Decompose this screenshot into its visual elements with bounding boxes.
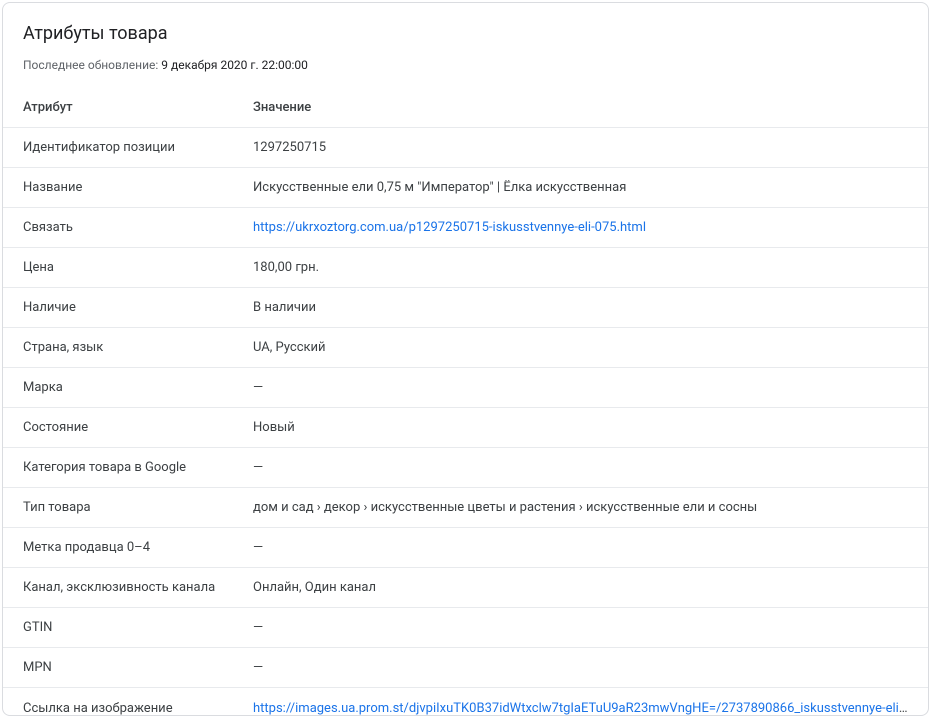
last-updated-label: Последнее обновление: [23,58,161,72]
table-row: Страна, язык UA, Русский [3,328,928,368]
table-row: Марка — [3,368,928,408]
page-title: Атрибуты товара [23,23,908,44]
last-updated: Последнее обновление: 9 декабря 2020 г. … [23,58,908,72]
attr-label-link: Связать [23,220,253,235]
table-row: Идентификатор позиции 1297250715 [3,128,928,168]
table-row: Связать https://ukrxoztorg.com.ua/p12972… [3,208,928,248]
attr-label-brand: Марка [23,380,253,395]
table-row: Категория товара в Google — [3,448,928,488]
table-row: Состояние Новый [3,408,928,448]
card-header: Атрибуты товара Последнее обновление: 9 … [3,3,928,82]
attr-value-id: 1297250715 [253,140,908,155]
attr-value-seller-label: — [253,540,908,555]
table-header-row: Атрибут Значение [3,82,928,128]
attr-label-name: Название [23,180,253,195]
attr-value-mpn: — [253,660,908,675]
table-row: GTIN — [3,608,928,648]
attr-label-mpn: MPN [23,660,253,675]
last-updated-value: 9 декабря 2020 г. 22:00:00 [161,58,308,72]
attr-label-gtin: GTIN [23,620,253,635]
table-row: Тип товара дом и сад › декор › искусстве… [3,488,928,528]
attr-label-image-link: Ссылка на изображение [23,701,253,716]
attr-value-product-type: дом и сад › декор › искусственные цветы … [253,500,908,515]
attr-value-channel: Онлайн, Один канал [253,580,908,595]
attr-label-product-type: Тип товара [23,500,253,515]
table-row: Наличие В наличии [3,288,928,328]
attr-value-country: UA, Русский [253,340,908,355]
attr-label-price: Цена [23,260,253,275]
table-row: Канал, эксклюзивность канала Онлайн, Оди… [3,568,928,608]
attr-value-availability: В наличии [253,300,908,315]
attr-label-condition: Состояние [23,420,253,435]
attr-value-gtin: — [253,620,908,635]
column-header-value: Значение [253,100,908,115]
attr-label-channel: Канал, эксклюзивность канала [23,580,253,595]
product-attributes-card: Атрибуты товара Последнее обновление: 9 … [2,2,929,716]
attr-label-id: Идентификатор позиции [23,140,253,155]
table-row: Метка продавца 0–4 — [3,528,928,568]
table-row: Название Искусственные ели 0,75 м "Импер… [3,168,928,208]
attr-label-seller-label: Метка продавца 0–4 [23,540,253,555]
attr-label-country: Страна, язык [23,340,253,355]
table-row: MPN — [3,648,928,688]
attr-value-price: 180,00 грн. [253,260,908,275]
attr-value-image-link[interactable]: https://images.ua.prom.st/djvpiIxuTK0B37… [253,701,908,716]
attr-value-condition: Новый [253,420,908,435]
table-row: Ссылка на изображение https://images.ua.… [3,688,928,728]
attr-label-availability: Наличие [23,300,253,315]
column-header-attribute: Атрибут [23,100,253,115]
attr-value-google-category: — [253,460,908,475]
attr-value-name: Искусственные ели 0,75 м "Император" | Ё… [253,180,908,195]
attr-value-link[interactable]: https://ukrxoztorg.com.ua/p1297250715-is… [253,220,646,235]
attr-value-brand: — [253,380,908,395]
attr-label-google-category: Категория товара в Google [23,460,253,475]
table-row: Цена 180,00 грн. [3,248,928,288]
